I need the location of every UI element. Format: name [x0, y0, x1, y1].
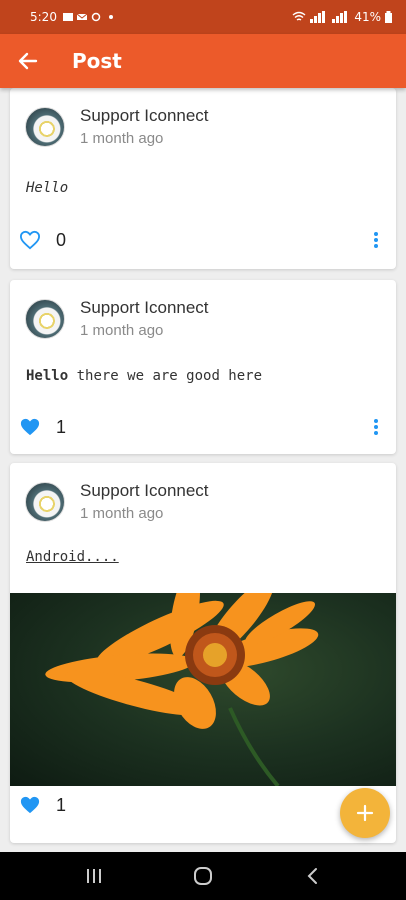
avatar[interactable]	[25, 106, 65, 147]
wifi-icon	[292, 11, 306, 21]
mail-icon	[76, 13, 87, 20]
more-vertical-icon	[374, 419, 378, 435]
like-count: 0	[56, 229, 67, 250]
post-image[interactable]	[10, 593, 396, 786]
post-time: 1 month ago	[80, 130, 164, 147]
avatar[interactable]	[25, 481, 65, 522]
signal-icon-2	[332, 11, 348, 23]
more-vertical-icon	[374, 232, 378, 248]
signal-icon	[310, 11, 326, 23]
app-bar: Post	[0, 34, 406, 88]
flower-image	[45, 593, 319, 786]
chevron-left-icon	[307, 868, 317, 884]
post-text: Hello there we are good here	[26, 368, 262, 384]
author-name: Support Iconnect	[80, 298, 209, 317]
author-meta: Support Iconnect 1 month ago	[80, 481, 209, 522]
author-name: Support Iconnect	[80, 106, 209, 125]
recents-icon	[87, 869, 102, 883]
like-count: 1	[56, 794, 67, 815]
arrow-left-icon	[18, 52, 38, 70]
status-notification-icons	[62, 12, 101, 22]
heart-filled-icon	[20, 418, 40, 436]
heart-outline-icon	[19, 230, 41, 250]
home-button[interactable]	[183, 856, 223, 896]
notification-dot	[108, 15, 113, 19]
author-meta: Support Iconnect 1 month ago	[80, 298, 209, 339]
post-feed[interactable]: Support Iconnect 1 month ago Hello 0 Sup…	[0, 88, 406, 852]
author-meta: Support Iconnect 1 month ago	[80, 106, 209, 147]
post-time: 1 month ago	[80, 505, 164, 522]
status-bar: 5:20 41%	[0, 0, 406, 34]
author-name: Support Iconnect	[80, 481, 209, 500]
avatar[interactable]	[25, 298, 65, 339]
back-nav-button[interactable]	[292, 856, 332, 896]
heart-filled-icon	[20, 796, 40, 814]
back-button[interactable]	[0, 34, 56, 88]
plus-icon	[356, 804, 374, 822]
battery-percent: 41%	[354, 10, 381, 24]
post-text-bold: Hello	[26, 368, 69, 384]
post-card: Support Iconnect 1 month ago Hello 0	[10, 88, 396, 269]
like-button[interactable]	[18, 793, 42, 817]
gallery-icon	[62, 13, 73, 21]
more-options-button[interactable]	[364, 228, 388, 252]
post-time: 1 month ago	[80, 322, 164, 339]
post-card: Support Iconnect 1 month ago Android....	[10, 463, 396, 843]
post-actions: 1	[18, 415, 388, 439]
post-text: Android....	[26, 549, 119, 565]
like-button[interactable]	[18, 415, 42, 439]
battery-icon	[385, 11, 392, 23]
post-author-row[interactable]: Support Iconnect 1 month ago	[25, 106, 209, 147]
post-author-row[interactable]: Support Iconnect 1 month ago	[25, 298, 209, 339]
system-nav-bar	[0, 852, 406, 900]
home-icon	[193, 867, 212, 885]
like-count: 1	[56, 416, 67, 437]
like-button[interactable]	[18, 228, 42, 252]
post-text-rest: there we are good here	[68, 368, 263, 384]
post-author-row[interactable]: Support Iconnect 1 month ago	[25, 481, 209, 522]
post-actions: 0	[18, 228, 388, 252]
status-time: 5:20	[30, 10, 57, 24]
post-text: Hello	[26, 180, 69, 196]
post-actions: 1	[18, 793, 388, 817]
status-right: 41%	[292, 10, 392, 24]
recents-button[interactable]	[74, 856, 114, 896]
add-post-button[interactable]	[340, 788, 390, 838]
page-title: Post	[72, 49, 122, 73]
sync-icon	[91, 12, 101, 22]
more-options-button[interactable]	[364, 415, 388, 439]
post-card: Support Iconnect 1 month ago Hello there…	[10, 280, 396, 454]
